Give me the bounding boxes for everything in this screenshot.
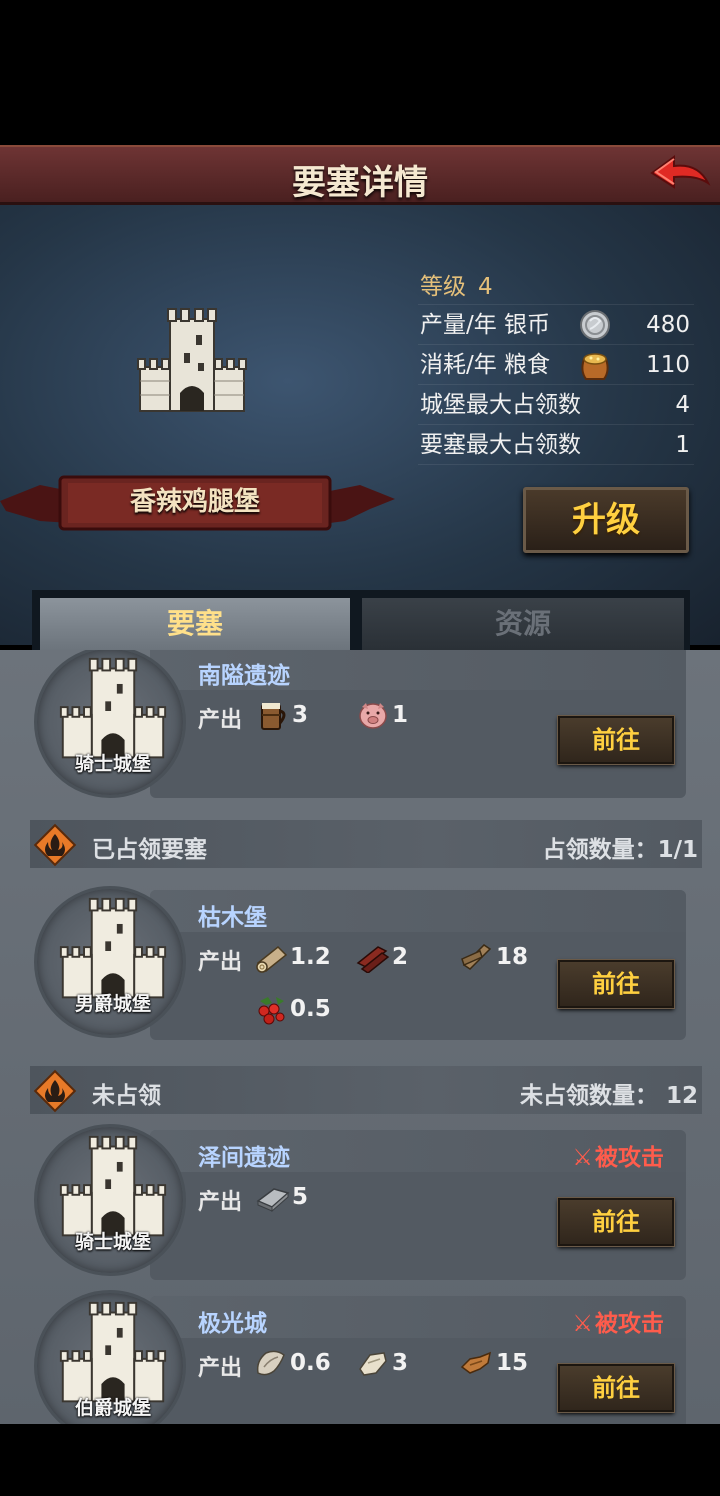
production-value: 480 [646,312,690,338]
under-attack-label: 被攻击 [595,1311,664,1337]
go-button[interactable]: 前往 [557,715,675,765]
tab-resource[interactable]: 资源 [362,598,684,650]
flame-icon [33,823,77,867]
castle-type-label: 骑士城堡 [74,753,151,775]
section-unoccupied: 未占领 未占领数量： 12 [30,1066,702,1114]
consumption-value: 110 [646,352,690,378]
fortress-stats: 等级 4 产量/年 银币 480 消耗/年 粮食 110 城堡最大占领数 4 要… [418,267,694,465]
flame-icon [33,1069,77,1113]
crossed-swords-icon: ⚔ [572,1311,593,1337]
tab-fortress[interactable]: 要塞 [40,598,350,650]
max-castle-row: 城堡最大占领数 4 [418,385,694,425]
castle-type-label: 伯爵城堡 [74,1397,151,1419]
lumber-icon [461,944,492,970]
card-name: 枯木堡 [198,905,267,931]
output-value: 18 [496,944,529,970]
back-arrow-icon [650,155,711,189]
level-value: 4 [478,274,493,300]
card-header: 极光城 ⚔被攻击 [150,1296,686,1338]
output-value: 1.2 [290,944,331,970]
output-value: 3 [292,702,309,728]
consumption-label: 消耗/年 粮食 [420,352,551,378]
back-button[interactable] [648,151,712,201]
castle-icon [137,308,247,412]
castle-type-label: 骑士城堡 [74,1231,151,1253]
under-attack-label: 被攻击 [595,1145,664,1171]
pig-icon [359,703,387,729]
output-label: 产出 [198,1190,243,1215]
output-value: 1 [392,702,409,728]
production-label: 产量/年 银币 [420,312,551,338]
under-attack-status: ⚔被攻击 [572,1138,664,1172]
upgrade-button[interactable]: 升级 [523,487,689,553]
section-occupied: 已占领要塞 占领数量：1/1 [30,820,702,868]
max-castle-value: 4 [675,392,690,418]
fortress-info-panel: 香辣鸡腿堡 等级 4 产量/年 银币 480 消耗/年 粮食 110 城堡最大占… [0,205,720,645]
output-label: 产出 [198,950,243,975]
fortress-card: 枯木堡 产出 1.2 2 18 0.5 前往 [150,890,686,1040]
consumption-row: 消耗/年 粮食 110 [418,345,694,385]
output-value: 15 [496,1350,529,1376]
castle-badge: 骑士城堡 [34,1124,186,1276]
section-count: 未占领数量： 12 [519,1083,698,1109]
section-title: 已占领要塞 [92,837,207,863]
level-row: 等级 4 [418,267,694,305]
leather-icon [460,1351,492,1374]
card-name: 泽间遗迹 [198,1145,290,1171]
fortress-card: 极光城 ⚔被攻击 产出 0.6 3 15 前往 [150,1296,686,1424]
max-fortress-label: 要塞最大占领数 [420,432,581,458]
card-header: 枯木堡 [150,890,686,932]
header-bar: 要塞详情 [0,145,720,205]
fur-icon [256,1350,285,1376]
section-title: 未占领 [92,1083,161,1109]
max-castle-label: 城堡最大占领数 [420,392,581,418]
navigation-bar [0,1424,720,1496]
fortress-name: 香辣鸡腿堡 [129,487,260,517]
output-value: 0.6 [290,1350,331,1376]
card-name: 极光城 [198,1311,267,1337]
output-label: 产出 [198,708,243,733]
card-header: 南隘遗迹 [150,650,686,690]
silver-coin-icon [580,310,610,340]
go-button[interactable]: 前往 [557,1197,675,1247]
mug-icon [261,703,286,730]
output-label: 产出 [198,1356,243,1381]
level-label: 等级 [420,274,466,300]
page-title: 要塞详情 [292,163,428,203]
iron-ingot-icon [256,1188,290,1213]
castle-badge: 骑士城堡 [34,650,186,798]
status-bar [0,0,720,145]
max-fortress-value: 1 [675,432,690,458]
fortress-card: 南隘遗迹 产出 3 1 前往 [150,650,686,798]
berries-icon [258,997,285,1025]
output-value: 5 [292,1184,309,1210]
red-plank-icon [356,946,390,973]
go-button[interactable]: 前往 [557,959,675,1009]
tab-bar: 要塞 资源 [32,590,690,650]
castle-badge: 伯爵城堡 [34,1290,186,1424]
fortress-list[interactable]: 南隘遗迹 产出 3 1 前往 骑士城堡 已占领要塞 占领数量：1/1 枯木堡 产… [0,650,720,1424]
cloth-icon [359,1352,387,1376]
card-header: 泽间遗迹 ⚔被攻击 [150,1130,686,1172]
crossed-swords-icon: ⚔ [572,1145,593,1171]
card-name: 南隘遗迹 [198,663,290,689]
go-button[interactable]: 前往 [557,1363,675,1413]
output-value: 0.5 [290,996,331,1022]
production-row: 产量/年 银币 480 [418,305,694,345]
fortress-card: 泽间遗迹 ⚔被攻击 产出 5 前往 [150,1130,686,1280]
under-attack-status: ⚔被攻击 [572,1304,664,1338]
section-count: 占领数量：1/1 [542,837,698,863]
castle-badge: 男爵城堡 [34,886,186,1038]
log-icon [256,945,288,973]
output-value: 2 [392,944,409,970]
max-fortress-row: 要塞最大占领数 1 [418,425,694,465]
castle-type-label: 男爵城堡 [74,993,151,1015]
grain-sack-icon [581,353,609,380]
output-value: 3 [392,1350,409,1376]
